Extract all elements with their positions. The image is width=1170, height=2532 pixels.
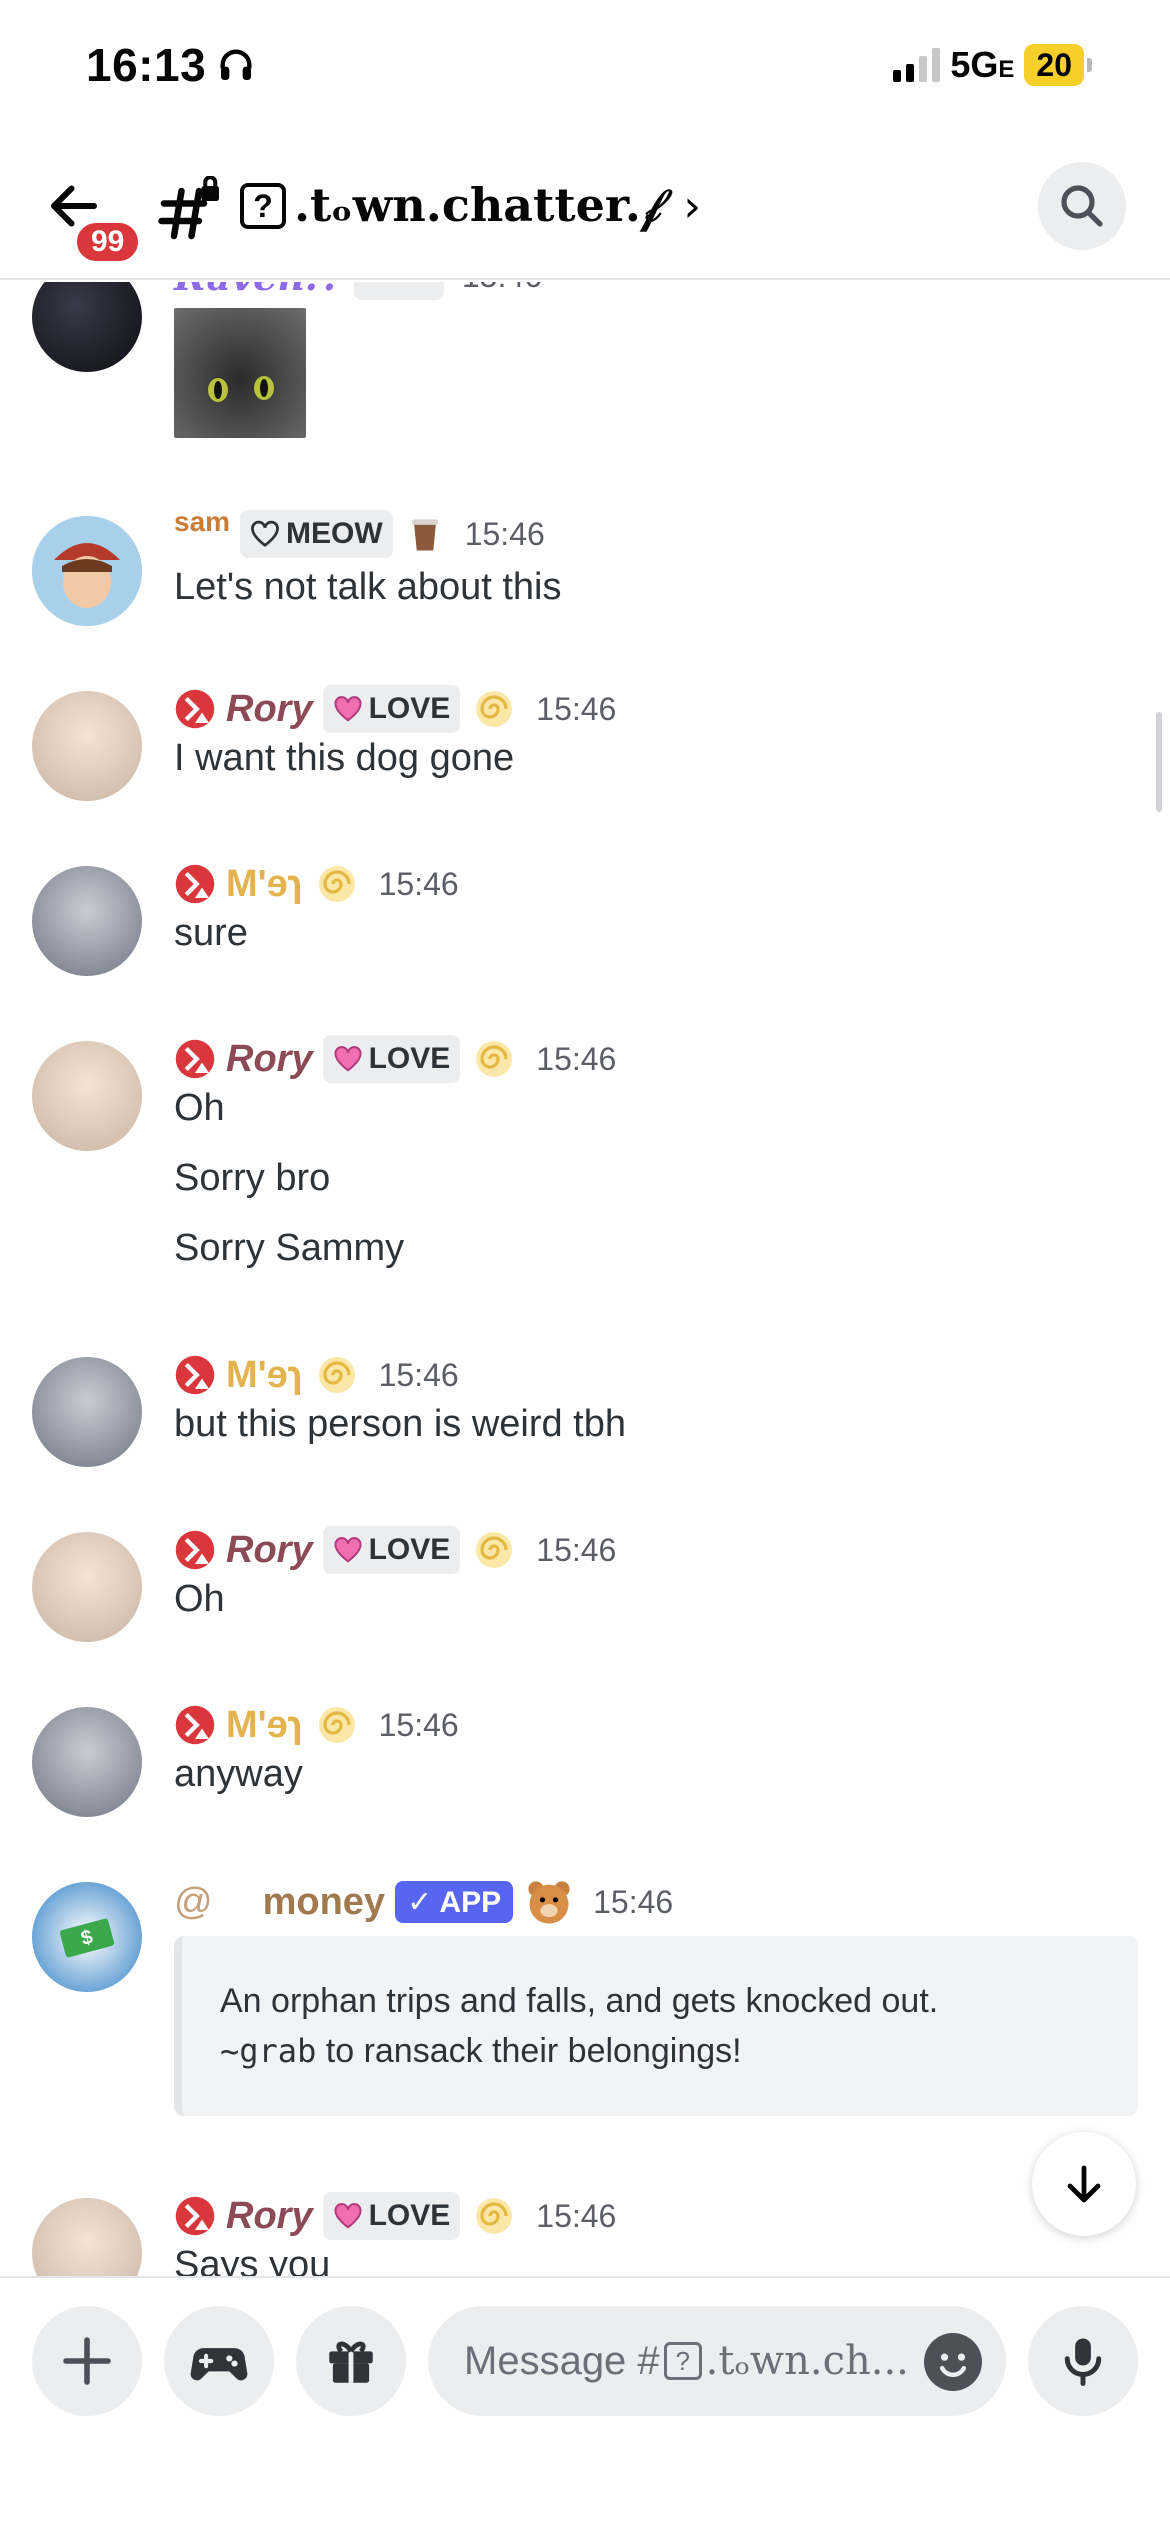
app-tag: ✓ APP bbox=[395, 1881, 514, 1923]
swirl-emoji-icon bbox=[318, 1707, 355, 1743]
avatar[interactable] bbox=[32, 1532, 142, 1642]
status-time: 16:13 bbox=[86, 38, 256, 92]
jump-to-present-button[interactable] bbox=[1032, 2132, 1136, 2236]
microphone-icon bbox=[1064, 2338, 1102, 2386]
role-tag: MEOW bbox=[240, 510, 393, 558]
bot-embed: An orphan trips and falls, and gets knoc… bbox=[174, 1936, 1138, 2116]
heart-icon bbox=[334, 1046, 362, 1072]
embed-line-1: An orphan trips and falls, and gets knoc… bbox=[220, 1982, 939, 2020]
role-tag: LOVE bbox=[322, 2192, 461, 2240]
image-attachment[interactable] bbox=[174, 308, 306, 438]
mention-prefix: @ bbox=[174, 1880, 213, 1923]
avatar[interactable] bbox=[32, 282, 142, 372]
timestamp: 15:46 bbox=[536, 2197, 617, 2234]
avatar[interactable]: $ bbox=[32, 1882, 142, 1992]
battery-level: 20 bbox=[1024, 44, 1084, 86]
swirl-emoji-icon bbox=[476, 2198, 513, 2234]
battery-icon: 20 bbox=[1024, 44, 1092, 86]
message-input[interactable]: Message #? .tₒwn.ch... bbox=[428, 2306, 1006, 2416]
gift-icon bbox=[329, 2341, 373, 2383]
heart-icon bbox=[334, 696, 362, 722]
channel-prefix-box: ? bbox=[240, 183, 286, 229]
message-text: but this person is weird tbh bbox=[174, 1403, 627, 1445]
channel-title[interactable]: ? .tₒwn.chatter.𝒻 › bbox=[240, 178, 701, 234]
channel-header: 99 ? .tₒwn.chatter.𝒻 › bbox=[0, 140, 1170, 280]
embed-line-2: ~grab to ransack their belongings! bbox=[220, 2032, 742, 2070]
username[interactable]: Raven!? bbox=[174, 282, 344, 299]
swirl-emoji-icon bbox=[476, 1532, 513, 1568]
scrollbar[interactable] bbox=[1156, 712, 1162, 812]
avatar[interactable] bbox=[32, 1041, 142, 1151]
status-bar: 16:13 5GE 20 bbox=[0, 0, 1170, 140]
unread-badge: 99 bbox=[72, 218, 144, 266]
message-text: sure bbox=[174, 912, 248, 954]
swirl-emoji-icon bbox=[476, 1041, 513, 1077]
username[interactable]: sam bbox=[174, 506, 230, 538]
role-tag: LOVE bbox=[322, 1035, 461, 1083]
emoji-button[interactable] bbox=[924, 2333, 982, 2391]
timestamp: 15:46 bbox=[536, 690, 617, 727]
search-button[interactable] bbox=[1038, 162, 1126, 250]
message-text: anyway bbox=[174, 1753, 303, 1795]
plus-icon bbox=[63, 2337, 111, 2385]
emoji-icon bbox=[926, 2335, 980, 2389]
message-text: Oh bbox=[174, 1087, 225, 1129]
username[interactable]: Rory bbox=[226, 1038, 313, 1081]
message-text: Sorry bro bbox=[174, 1157, 331, 1199]
username[interactable]: Rory bbox=[226, 1529, 313, 1572]
timestamp: 15:46 bbox=[536, 1531, 617, 1568]
channel-prefix-box: ? bbox=[663, 2342, 702, 2380]
avatar[interactable] bbox=[32, 866, 142, 976]
heart-icon bbox=[334, 1537, 362, 1563]
username[interactable]: money bbox=[263, 1881, 385, 1924]
heart-icon bbox=[334, 2203, 362, 2229]
timestamp: 15:46 bbox=[378, 865, 459, 902]
avatar[interactable] bbox=[32, 1707, 142, 1817]
avatar[interactable] bbox=[32, 516, 142, 626]
message-meta: sam MEOW 15:46 bbox=[174, 506, 545, 558]
heart-outline-icon bbox=[251, 520, 279, 547]
arrow-down-icon bbox=[1067, 2165, 1101, 2203]
message-meta: @ money ✓ APP 15:46 bbox=[174, 1876, 673, 1928]
message-text: Let's not talk about this bbox=[174, 566, 562, 608]
message-list[interactable]: Raven!? 15:46 sam MEOW 15:46 Let's not t… bbox=[0, 282, 1170, 2276]
timestamp: 15:46 bbox=[462, 282, 542, 295]
timestamp: 15:46 bbox=[536, 1040, 617, 1077]
avatar[interactable] bbox=[32, 691, 142, 801]
gift-button[interactable] bbox=[296, 2306, 406, 2416]
network-label: 5GE bbox=[950, 44, 1015, 85]
avatar[interactable] bbox=[32, 1357, 142, 1467]
signal-icon bbox=[893, 48, 941, 82]
message-meta: Raven!? 15:46 bbox=[174, 282, 542, 300]
message-text: Sorry Sammy bbox=[174, 1227, 405, 1269]
voice-message-button[interactable] bbox=[1028, 2306, 1138, 2416]
message-meta: Rory LOVE 15:46 bbox=[174, 1526, 616, 1574]
message-meta: Rory LOVE 15:46 bbox=[174, 1035, 616, 1083]
composer-bar: Message #? .tₒwn.ch... bbox=[0, 2276, 1170, 2532]
status-indicators: 5GE 20 bbox=[893, 44, 1092, 86]
activities-button[interactable] bbox=[164, 2306, 274, 2416]
timestamp: 15:46 bbox=[378, 1706, 459, 1743]
role-tag: LOVE bbox=[322, 1526, 461, 1574]
clock-text: 16:13 bbox=[86, 39, 207, 91]
headphones-icon bbox=[220, 49, 252, 80]
swirl-emoji-icon bbox=[318, 866, 355, 902]
role-tag bbox=[353, 282, 444, 300]
bear-emoji-icon bbox=[528, 1881, 570, 1924]
embed-command: ~grab bbox=[220, 2032, 317, 2070]
chevron-right-icon: › bbox=[683, 180, 701, 232]
timestamp: 15:46 bbox=[378, 1356, 459, 1393]
timestamp: 15:46 bbox=[464, 515, 545, 552]
timestamp: 15:46 bbox=[593, 1883, 674, 1920]
search-icon bbox=[1061, 185, 1103, 227]
channel-name-text: .tₒwn.chatter.𝒻 bbox=[294, 178, 662, 232]
avatar[interactable] bbox=[32, 2198, 142, 2276]
message-text: Oh bbox=[174, 1578, 225, 1620]
message-text: I want this dog gone bbox=[174, 737, 515, 779]
add-button[interactable] bbox=[32, 2306, 142, 2416]
gamepad-icon bbox=[190, 2348, 248, 2381]
message-text: Says you bbox=[174, 2244, 331, 2276]
private-channel-icon bbox=[154, 175, 224, 246]
coffee-emoji-icon bbox=[411, 519, 438, 551]
